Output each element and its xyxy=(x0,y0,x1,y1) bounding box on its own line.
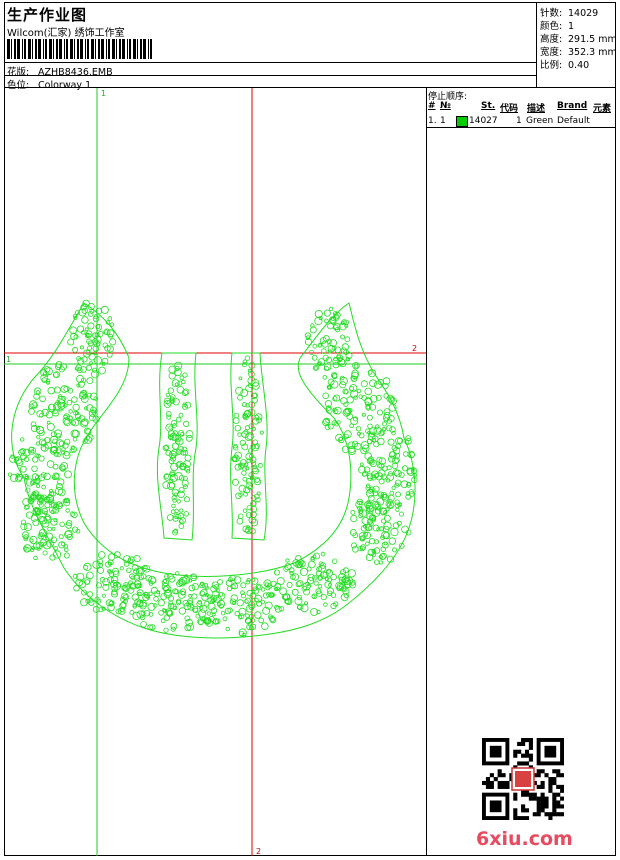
stat-height: 高度: 291.5 mm xyxy=(540,31,617,45)
watermark-logo: 6xiu.com xyxy=(476,828,573,850)
stat-stitches: 针数: 14029 xyxy=(540,5,598,19)
qr-code-image xyxy=(482,738,564,820)
col-code: 代码 xyxy=(500,104,519,114)
stat-value: 0.40 xyxy=(568,60,590,71)
color-swatch xyxy=(456,116,468,127)
row-index: 1. xyxy=(428,116,437,126)
stat-label: 宽度: xyxy=(540,47,563,58)
pillar-right xyxy=(230,352,268,541)
col-hash: # xyxy=(428,101,436,111)
sheet-title: 生产作业图 xyxy=(7,6,88,24)
col-desc: 描述 xyxy=(527,104,546,114)
row-no: 1 xyxy=(440,116,446,126)
col-st: St. xyxy=(481,101,496,111)
design-preview-panel: 1 1 2 2 xyxy=(4,88,427,856)
col-element: 元素 xyxy=(593,104,612,114)
col-no: № xyxy=(440,101,451,111)
stat-label: 颜色: xyxy=(540,21,563,32)
guide-label: 2 xyxy=(412,344,417,353)
sequence-header: 停止顺序: # № St. 代码 描述 Brand 元素 1. 1 14027 … xyxy=(427,88,616,128)
guide-label: 1 xyxy=(101,89,106,98)
header-info: 生产作业图 Wilcom(汇家) 绣饰工作室 花版: AZHB8436.EMB … xyxy=(4,2,537,91)
guide-label: 2 xyxy=(256,847,261,856)
stats-panel: 针数: 14029 颜色: 1 高度: 291.5 mm 宽度: 352.3 mm 比例… xyxy=(537,2,617,88)
stat-width: 宽度: 352.3 mm xyxy=(540,44,617,58)
row-stitches: 14027 xyxy=(469,116,498,126)
barcode-image xyxy=(7,39,152,59)
stat-scale: 比例: 0.40 xyxy=(540,57,589,71)
header-divider xyxy=(4,75,537,76)
stitch-texture xyxy=(7,299,418,638)
stat-label: 高度: xyxy=(540,34,563,45)
stat-colors: 颜色: 1 xyxy=(540,18,574,32)
sheet-subtitle: Wilcom(汇家) 绣饰工作室 xyxy=(7,28,125,39)
header-divider xyxy=(4,62,537,63)
embroidery-preview: 1 1 2 2 xyxy=(4,88,426,856)
row-code: 1 xyxy=(516,116,522,126)
row-desc: Green xyxy=(526,116,554,126)
row-brand: Default xyxy=(557,116,590,126)
sheet-header: 生产作业图 Wilcom(汇家) 绣饰工作室 花版: AZHB8436.EMB … xyxy=(4,2,617,91)
guide-label: 1 xyxy=(6,355,11,364)
stat-label: 针数: xyxy=(540,8,563,19)
stat-label: 比例: xyxy=(540,60,563,71)
col-brand: Brand xyxy=(557,101,588,111)
